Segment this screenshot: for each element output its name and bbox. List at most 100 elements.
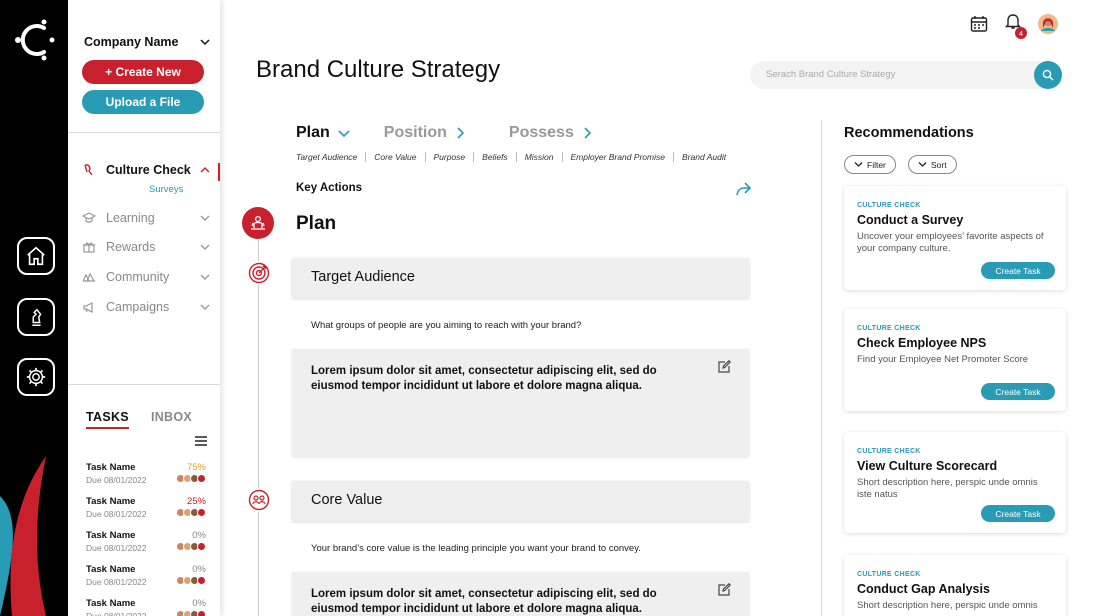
subnav-mission[interactable]: Mission [515,152,562,162]
strategy-steps: Plan Position Possess [296,124,626,142]
target-audience-answer[interactable]: Lorem ipsum dolor sit amet, consectetur … [292,349,749,456]
chevron-right-icon [457,127,465,139]
search-input[interactable]: Serach Brand Culture Strategy [766,69,895,80]
subnav-beliefs[interactable]: Beliefs [473,152,516,162]
menu-icon[interactable] [195,436,207,446]
chevron-down-icon [200,274,210,280]
timeline-line [258,240,259,616]
sort-label: Sort [931,159,947,170]
sort-button[interactable]: Sort [908,155,957,174]
tab-inbox[interactable]: INBOX [151,410,192,429]
card-tag: CULTURE CHECK [857,571,921,578]
graduation-cap-icon [82,212,96,223]
step-plan[interactable]: Plan [296,124,350,142]
calendar-icon[interactable] [970,15,988,33]
sidebar-item-culture-check[interactable]: Culture Check [82,163,210,177]
edit-icon[interactable] [717,583,731,597]
card-description: Short description here, perspic unde omn… [857,600,1038,611]
create-task-button[interactable]: Create Task [981,262,1055,279]
company-selector[interactable]: Company Name [84,35,210,49]
step-label: Possess [508,124,574,141]
task-assignees [176,508,206,517]
section-target-audience-header[interactable]: Target Audience [292,258,749,298]
assignee-avatar [197,542,206,551]
task-row[interactable]: Task Name Due 08/01/2022 0% [86,530,206,553]
task-row[interactable]: Task Name Due 08/01/2022 75% [86,462,206,485]
sidebar-item-campaigns[interactable]: Campaigns [82,300,210,314]
card-tag: CULTURE CHECK [857,202,921,209]
card-title: View Culture Scorecard [857,459,998,473]
card-title: Conduct Gap Analysis [857,582,990,596]
recommendation-card[interactable]: CULTURE CHECK View Culture Scorecard Sho… [844,432,1066,533]
home-icon [27,246,45,266]
subnav-target-audience[interactable]: Target Audience [296,152,365,162]
subnav-employer-brand-promise[interactable]: Employer Brand Promise [561,152,673,162]
answer-text: Lorem ipsum dolor sit amet, consectetur … [311,365,657,392]
card-title: Conduct a Survey [857,213,964,227]
task-row[interactable]: Task Name Due 08/01/2022 0% [86,564,206,587]
chess-piece-icon [32,308,42,326]
chevron-down-icon [854,162,863,167]
avatar[interactable] [1038,13,1058,34]
sidebar-item-rewards[interactable]: Rewards [82,240,210,254]
divider [68,132,220,133]
subnav-purpose[interactable]: Purpose [424,152,474,162]
plan-badge [242,207,274,239]
step-label: Plan [296,124,330,141]
card-description: Find your Employee Net Promoter Score [857,354,1029,365]
target-timeline-node [247,261,271,285]
recommendation-card[interactable]: CULTURE CHECK Check Employee NPS Find yo… [844,309,1066,411]
section-core-value-header[interactable]: Core Value [292,481,749,521]
step-label: Position [383,124,447,141]
recommendation-card[interactable]: CULTURE CHECK Conduct a Survey Uncover y… [844,186,1066,290]
sidebar-subitem-surveys[interactable]: Surveys [149,184,183,195]
target-icon [248,262,270,284]
answer-text: Lorem ipsum dolor sit amet, consectetur … [311,588,657,615]
task-progress: 0% [192,564,206,575]
task-name: Task Name [86,530,136,541]
strategy-nav-button[interactable] [17,298,55,336]
core-value-answer[interactable]: Lorem ipsum dolor sit amet, consectetur … [292,572,749,616]
create-task-button[interactable]: Create Task [981,383,1055,400]
sidebar-item-label: Rewards [106,240,156,254]
edit-icon[interactable] [717,360,731,374]
create-task-button[interactable]: Create Task [981,505,1055,522]
sidebar-item-label: Learning [106,211,155,225]
assignee-avatar [197,576,206,585]
search-button[interactable] [1034,61,1062,89]
subnav-core-value[interactable]: Core Value [365,152,424,162]
decorative-flame-graphic [0,456,46,616]
card-tag: CULTURE CHECK [857,448,921,455]
step-position[interactable]: Position [384,124,465,142]
filter-button[interactable]: Filter [844,155,896,174]
chevron-down-icon [338,130,350,138]
home-nav-button[interactable] [17,237,55,275]
notifications-button[interactable]: 4 [1004,12,1027,39]
gear-icon [26,367,46,387]
recommendation-card[interactable]: CULTURE CHECK Conduct Gap Analysis Short… [844,555,1066,616]
plan-subnav: Target Audience Core Value Purpose Belie… [296,152,734,162]
sidebar-item-learning[interactable]: Learning [82,211,210,225]
section-description: What groups of people are you aiming to … [311,320,582,331]
step-possess[interactable]: Possess [509,124,592,142]
sidebar-item-community[interactable]: Community [82,270,210,284]
task-progress: 25% [186,496,206,507]
tab-tasks[interactable]: TASKS [86,410,129,429]
task-row[interactable]: Task Name Due 08/01/2022 25% [86,496,206,519]
settings-nav-button[interactable] [17,358,55,396]
assignee-avatar [197,508,206,517]
assignee-avatar [197,610,206,616]
task-name: Task Name [86,564,136,575]
brand-logo-icon[interactable] [14,18,58,62]
create-new-button[interactable]: + Create New [82,60,204,84]
sidebar-item-label: Campaigns [106,300,170,314]
share-icon[interactable] [736,182,751,196]
search-bar[interactable]: Serach Brand Culture Strategy [750,61,1062,89]
culture-check-icon [84,164,93,176]
task-progress: 0% [192,530,206,541]
upload-file-button[interactable]: Upload a File [82,90,204,114]
search-icon [1042,69,1054,81]
task-row[interactable]: Task Name Due 08/01/2022 0% [86,598,206,616]
card-description: Uncover your employees’ favorite aspects… [857,231,1044,254]
subnav-brand-audit[interactable]: Brand Audit [672,152,734,162]
